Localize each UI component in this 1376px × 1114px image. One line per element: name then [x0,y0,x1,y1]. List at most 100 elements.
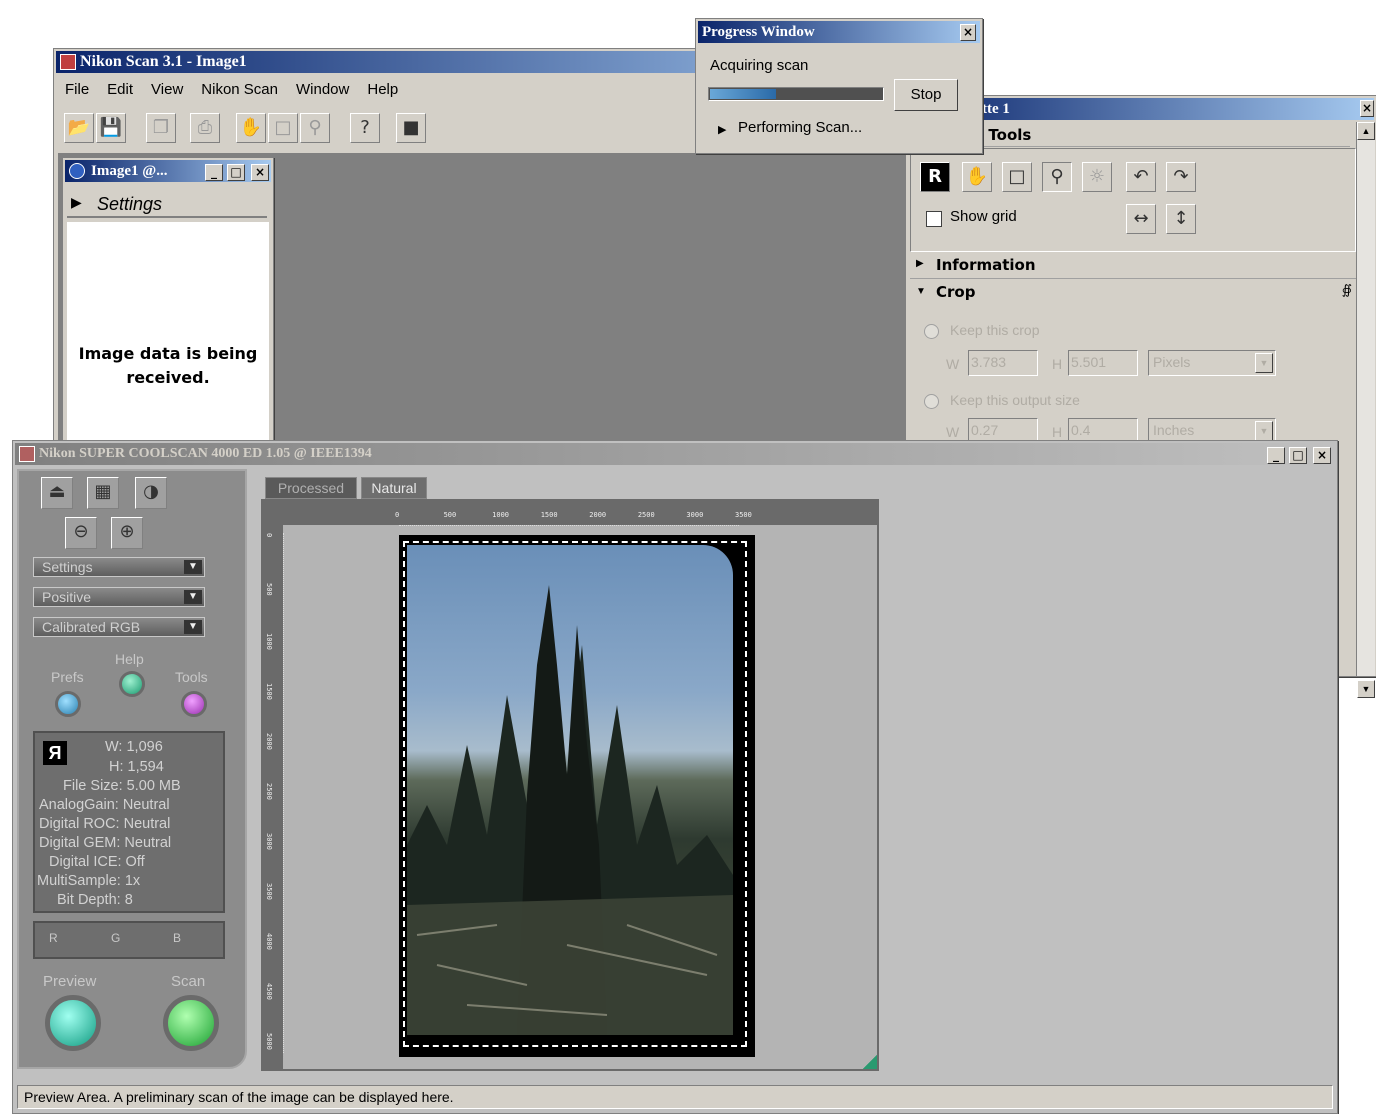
palette-close-button[interactable]: × [1360,100,1374,117]
menu-window[interactable]: Window [287,81,358,98]
status-bar: Preview Area. A preliminary scan of the … [17,1085,1333,1109]
scanner-titlebar[interactable]: Nikon SUPER COOLSCAN 4000 ED 1.05 @ IEEE… [15,443,1335,465]
menu-help[interactable]: Help [358,81,407,98]
collapse-icon[interactable]: ∯ [1342,282,1352,298]
settings-dropdown-icon[interactable]: ▼ [184,560,202,574]
tab-processed[interactable]: Processed [265,477,357,499]
copy-icon[interactable]: ❐ [146,113,176,143]
info-file-size: File Size: 5.00 MB [63,778,181,794]
menu-bar: File Edit View Nikon Scan Window Help [56,81,407,98]
crop-unit-select[interactable]: Pixels ▼ [1148,350,1276,376]
open-folder-icon[interactable]: 📂 [64,113,94,143]
eject-icon[interactable]: ⏏ [41,477,73,509]
scanner-minimize-button[interactable]: _ [1267,447,1285,464]
menu-nikon-scan[interactable]: Nikon Scan [192,81,287,98]
straighten-icon[interactable]: ☼ [1082,162,1112,192]
hand-tool-icon[interactable]: ✋ [962,162,992,192]
ruler-top-tick: 500 [443,511,457,519]
menu-view[interactable]: View [142,81,192,98]
minimize-button[interactable]: _ [205,164,223,181]
output-unit-dropdown-icon[interactable]: ▼ [1255,421,1273,441]
palette-scrollbar[interactable]: ▲ ▼ [1356,122,1375,698]
maximize-button[interactable]: □ [227,164,245,181]
palette-title: tte 1 [982,101,1010,117]
image-window: Image1 @... _ □ × ▶ Settings Image data … [62,157,274,469]
hand-icon[interactable]: ✋ [236,113,266,143]
positive-dropdown-icon[interactable]: ▼ [184,590,202,604]
ruler-top-tick: 1500 [540,511,558,519]
preview-button[interactable] [45,995,101,1051]
preview-area[interactable]: 0 500 1000 1500 2000 2500 3000 3500 0 500 1000 150… [261,499,879,1071]
checker-icon[interactable]: ▦ [87,477,119,509]
flip-vertical-icon[interactable]: ↕ [1166,204,1196,234]
tools-button[interactable] [181,691,207,717]
stop-button[interactable]: Stop [894,79,958,111]
settings-row[interactable]: ▶ Settings [67,192,267,218]
tools-label: Tools [175,669,208,685]
app-icon [60,54,76,70]
prefs-button[interactable] [55,691,81,717]
positive-combo[interactable]: Positive ▼ [33,587,205,607]
scanner-close-button[interactable]: × [1313,447,1331,464]
message-line-2: received. [126,368,210,387]
scanner-title: Nikon SUPER COOLSCAN 4000 ED 1.05 @ IEEE… [39,446,372,461]
help-label: Help [115,651,144,667]
scroll-up-arrow-icon[interactable]: ▲ [1357,122,1375,140]
settings-combo[interactable]: Settings ▼ [33,557,205,577]
zoom-icon[interactable]: ⚲ [300,113,330,143]
help-button[interactable] [119,671,145,697]
color-space-combo[interactable]: Calibrated RGB ▼ [33,617,205,637]
scan-label: Scan [171,973,206,990]
help-question-icon[interactable]: ? [350,113,380,143]
crop-height-field[interactable]: 5.501 [1068,350,1138,376]
tools-section-label: t Tools [976,126,1032,144]
contrast-icon[interactable]: ◑ [135,477,167,509]
keep-output-radio[interactable] [924,394,939,409]
crop-marquee[interactable] [403,541,747,1047]
crop-unit-dropdown-icon[interactable]: ▼ [1255,353,1273,373]
scroll-down-arrow-icon[interactable]: ▼ [1357,680,1375,698]
keep-crop-row[interactable]: Keep this crop [924,322,1224,342]
resize-corner-icon[interactable] [863,1055,877,1069]
scan-button[interactable] [163,995,219,1051]
ruler-top: 0 500 1000 1500 2000 2500 3000 3500 [263,501,877,526]
rotate-left-icon[interactable]: ↶ [1126,162,1156,192]
ruler-top-ticks: 0 500 1000 1500 2000 2500 3000 3500 [395,501,752,526]
tool-buttons: R ✋ □ ⚲ ☼ ↶ ↷ [920,162,1220,202]
zoom-in-icon[interactable]: ⊕ [111,517,143,549]
information-section[interactable]: ▶ Information [910,254,1356,279]
progress-titlebar[interactable]: Progress Window [698,21,980,43]
rotate-right-icon[interactable]: ↷ [1166,162,1196,192]
menu-edit[interactable]: Edit [98,81,142,98]
info-height: H: 1,594 [109,759,164,775]
crop-triangle-icon: ▼ [916,286,926,297]
show-grid-row[interactable]: Show grid [926,208,1126,230]
detail-triangle-icon[interactable]: ▶ [718,123,726,136]
palette-icon[interactable]: ■ [396,113,426,143]
ruler-left-tick: 3000 [265,833,273,850]
tab-natural[interactable]: Natural [361,477,427,499]
print-icon[interactable]: ⎙ [190,113,220,143]
readout-r: R [49,931,58,945]
color-space-dropdown-icon[interactable]: ▼ [184,620,202,634]
menu-file[interactable]: File [56,81,98,98]
scan-info-panel: R W: 1,096 H: 1,594 File Size: 5.00 MB A… [33,731,225,913]
scanner-maximize-button[interactable]: □ [1289,447,1307,464]
zoom-tool-icon[interactable]: ⚲ [1042,162,1072,192]
show-grid-checkbox[interactable] [926,211,942,227]
close-button[interactable]: × [251,164,269,181]
progress-close-button[interactable]: × [960,24,976,41]
save-icon[interactable]: 💾 [96,113,126,143]
crop-section[interactable]: ▼ Crop ∯ [910,282,1356,304]
crop-width-field[interactable]: 3.783 [968,350,1038,376]
keep-output-row[interactable]: Keep this output size [924,392,1224,412]
flip-horizontal-icon[interactable]: ↔ [1126,204,1156,234]
keep-crop-radio[interactable] [924,324,939,339]
orientation-r-icon: R [43,741,67,765]
rotate-r-icon[interactable]: R [920,162,950,192]
info-analog-gain: AnalogGain: Neutral [39,797,170,813]
zoom-out-icon[interactable]: ⊖ [65,517,97,549]
crop-marquee-icon[interactable]: □ [1002,162,1032,192]
scanner-control-panel: ⏏ ▦ ◑ ⊖ ⊕ Settings ▼ Positive ▼ Calibrat… [17,469,247,1069]
marquee-icon[interactable]: □ [268,113,298,143]
